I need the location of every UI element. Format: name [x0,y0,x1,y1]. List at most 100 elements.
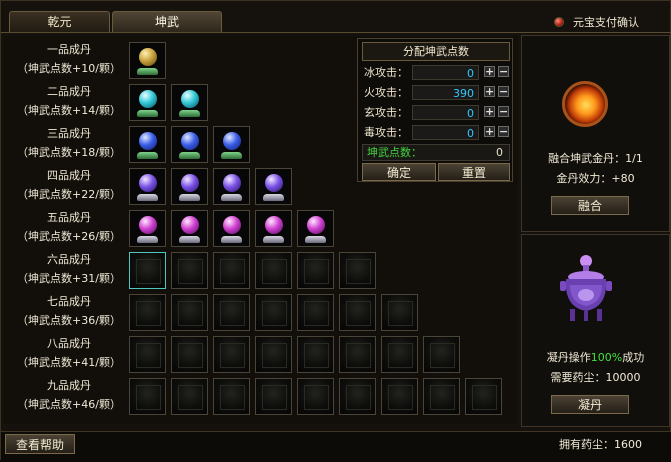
owned-dust: 拥有药尘：1600 [559,438,642,451]
pill-grade-points: （坤武点数+26/颗） [17,230,121,243]
pill-slot-empty[interactable] [171,336,208,373]
pill-slot-empty[interactable] [339,336,376,373]
attack-value-field[interactable]: 0 [412,105,479,120]
minus-button[interactable]: − [498,86,509,97]
pill-row-label: 五品成丹 （坤武点数+26/颗） [10,208,128,246]
pill-slot-filled[interactable] [255,210,292,247]
pill-slot-empty[interactable] [213,378,250,415]
pill-orb-icon [139,174,157,192]
pill-grade-name: 六品成丹 [47,253,91,266]
pill-orb-icon [181,174,199,192]
attack-value-field[interactable]: 0 [412,125,479,140]
attack-label: 玄攻击： [364,106,408,119]
pill-pedestal-icon [179,152,200,159]
pay-confirm-radio[interactable] [554,17,564,27]
pill-slot-filled[interactable] [129,42,166,79]
distribute-points-panel: 分配坤武点数 冰攻击： 0 + − 火攻击： 390 + − 玄攻击： 0 + … [357,38,513,182]
pill-slot-empty[interactable] [171,294,208,331]
pill-orb-icon [181,90,199,108]
plus-button[interactable]: + [484,86,495,97]
pill-slot-empty[interactable] [213,252,250,289]
pill-slot-filled[interactable] [129,210,166,247]
pill-slot-empty[interactable] [171,378,208,415]
pill-slot-filled[interactable] [297,210,334,247]
pill-slot-empty[interactable] [297,252,334,289]
tab-divider [1,32,671,33]
pill-pedestal-icon [137,110,158,117]
pill-slot-empty[interactable] [129,294,166,331]
pill-grade-points: （坤武点数+41/颗） [17,356,121,369]
condense-button[interactable]: 凝丹 [551,395,629,414]
distribute-title: 分配坤武点数 [362,42,510,61]
condense-operation: 凝丹操作100%成功 [522,349,669,365]
condense-op-suffix: 成功 [622,351,645,364]
pill-slot-empty[interactable] [255,336,292,373]
attack-value-field[interactable]: 0 [412,65,479,80]
tab-kunwu[interactable]: 坤武 [112,11,222,33]
pill-slot-filled[interactable] [213,126,250,163]
pill-grade-points: （坤武点数+46/颗） [17,398,121,411]
pill-slot-empty[interactable] [129,252,166,289]
tab-qianyuan[interactable]: 乾元 [9,11,110,33]
pill-slot-empty[interactable] [255,252,292,289]
pill-slot-empty[interactable] [465,378,502,415]
pill-slot-empty[interactable] [381,378,418,415]
pill-slot-filled[interactable] [129,168,166,205]
minus-button[interactable]: − [498,66,509,77]
points-label: 坤武点数： [367,146,422,159]
minus-button[interactable]: − [498,126,509,137]
plus-button[interactable]: + [484,66,495,77]
attack-label: 冰攻击： [364,66,408,79]
pill-slot-empty[interactable] [129,336,166,373]
pill-slot-empty[interactable] [255,378,292,415]
pill-orb-icon [265,216,283,234]
minus-button[interactable]: − [498,106,509,117]
attack-row-fire: 火攻击： 390 + − [362,84,510,101]
attack-value-field[interactable]: 390 [412,85,479,100]
pill-slot-empty[interactable] [423,378,460,415]
pill-slot-filled[interactable] [171,126,208,163]
pill-slot-empty[interactable] [297,336,334,373]
pill-grade-points: （坤武点数+36/颗） [17,314,121,327]
pill-slot-filled[interactable] [129,126,166,163]
game-window: 乾元 坤武 元宝支付确认 一品成丹 （坤武点数+10/颗） 二品成丹 （坤武点数+14… [0,0,671,462]
pay-confirm-label: 元宝支付确认 [573,16,639,29]
pill-grade-points: （坤武点数+22/颗） [17,188,121,201]
attack-row-ice: 冰攻击： 0 + − [362,64,510,81]
pill-slot-filled[interactable] [213,210,250,247]
pill-slot-empty[interactable] [339,294,376,331]
pill-slot-filled[interactable] [213,168,250,205]
confirm-button[interactable]: 确定 [362,163,436,181]
pill-orb-icon [181,132,199,150]
pill-slot-empty[interactable] [339,252,376,289]
pill-pedestal-icon [263,236,284,243]
pill-slot-filled[interactable] [129,84,166,121]
pill-pedestal-icon [305,236,326,243]
attack-row-xuan: 玄攻击： 0 + − [362,104,510,121]
pill-pedestal-icon [137,152,158,159]
pill-slot-empty[interactable] [297,378,334,415]
pill-slot-empty[interactable] [213,336,250,373]
pill-slot-empty[interactable] [423,336,460,373]
pill-slot-empty[interactable] [339,378,376,415]
pill-slot-empty[interactable] [381,336,418,373]
pill-orb-icon [139,90,157,108]
reset-button[interactable]: 重置 [438,163,510,181]
pill-grade-name: 二品成丹 [47,85,91,98]
pill-orb-icon [223,174,241,192]
pill-slot-empty[interactable] [129,378,166,415]
pill-slot-filled[interactable] [255,168,292,205]
help-button[interactable]: 查看帮助 [5,434,75,454]
pill-slot-filled[interactable] [171,210,208,247]
plus-button[interactable]: + [484,106,495,117]
pill-slot-filled[interactable] [171,84,208,121]
pill-slot-filled[interactable] [171,168,208,205]
pill-slot-empty[interactable] [381,294,418,331]
attack-label: 火攻击： [364,86,408,99]
pill-slot-empty[interactable] [297,294,334,331]
pill-slot-empty[interactable] [255,294,292,331]
pill-slot-empty[interactable] [213,294,250,331]
pill-slot-empty[interactable] [171,252,208,289]
fuse-button[interactable]: 融合 [551,196,629,215]
plus-button[interactable]: + [484,126,495,137]
